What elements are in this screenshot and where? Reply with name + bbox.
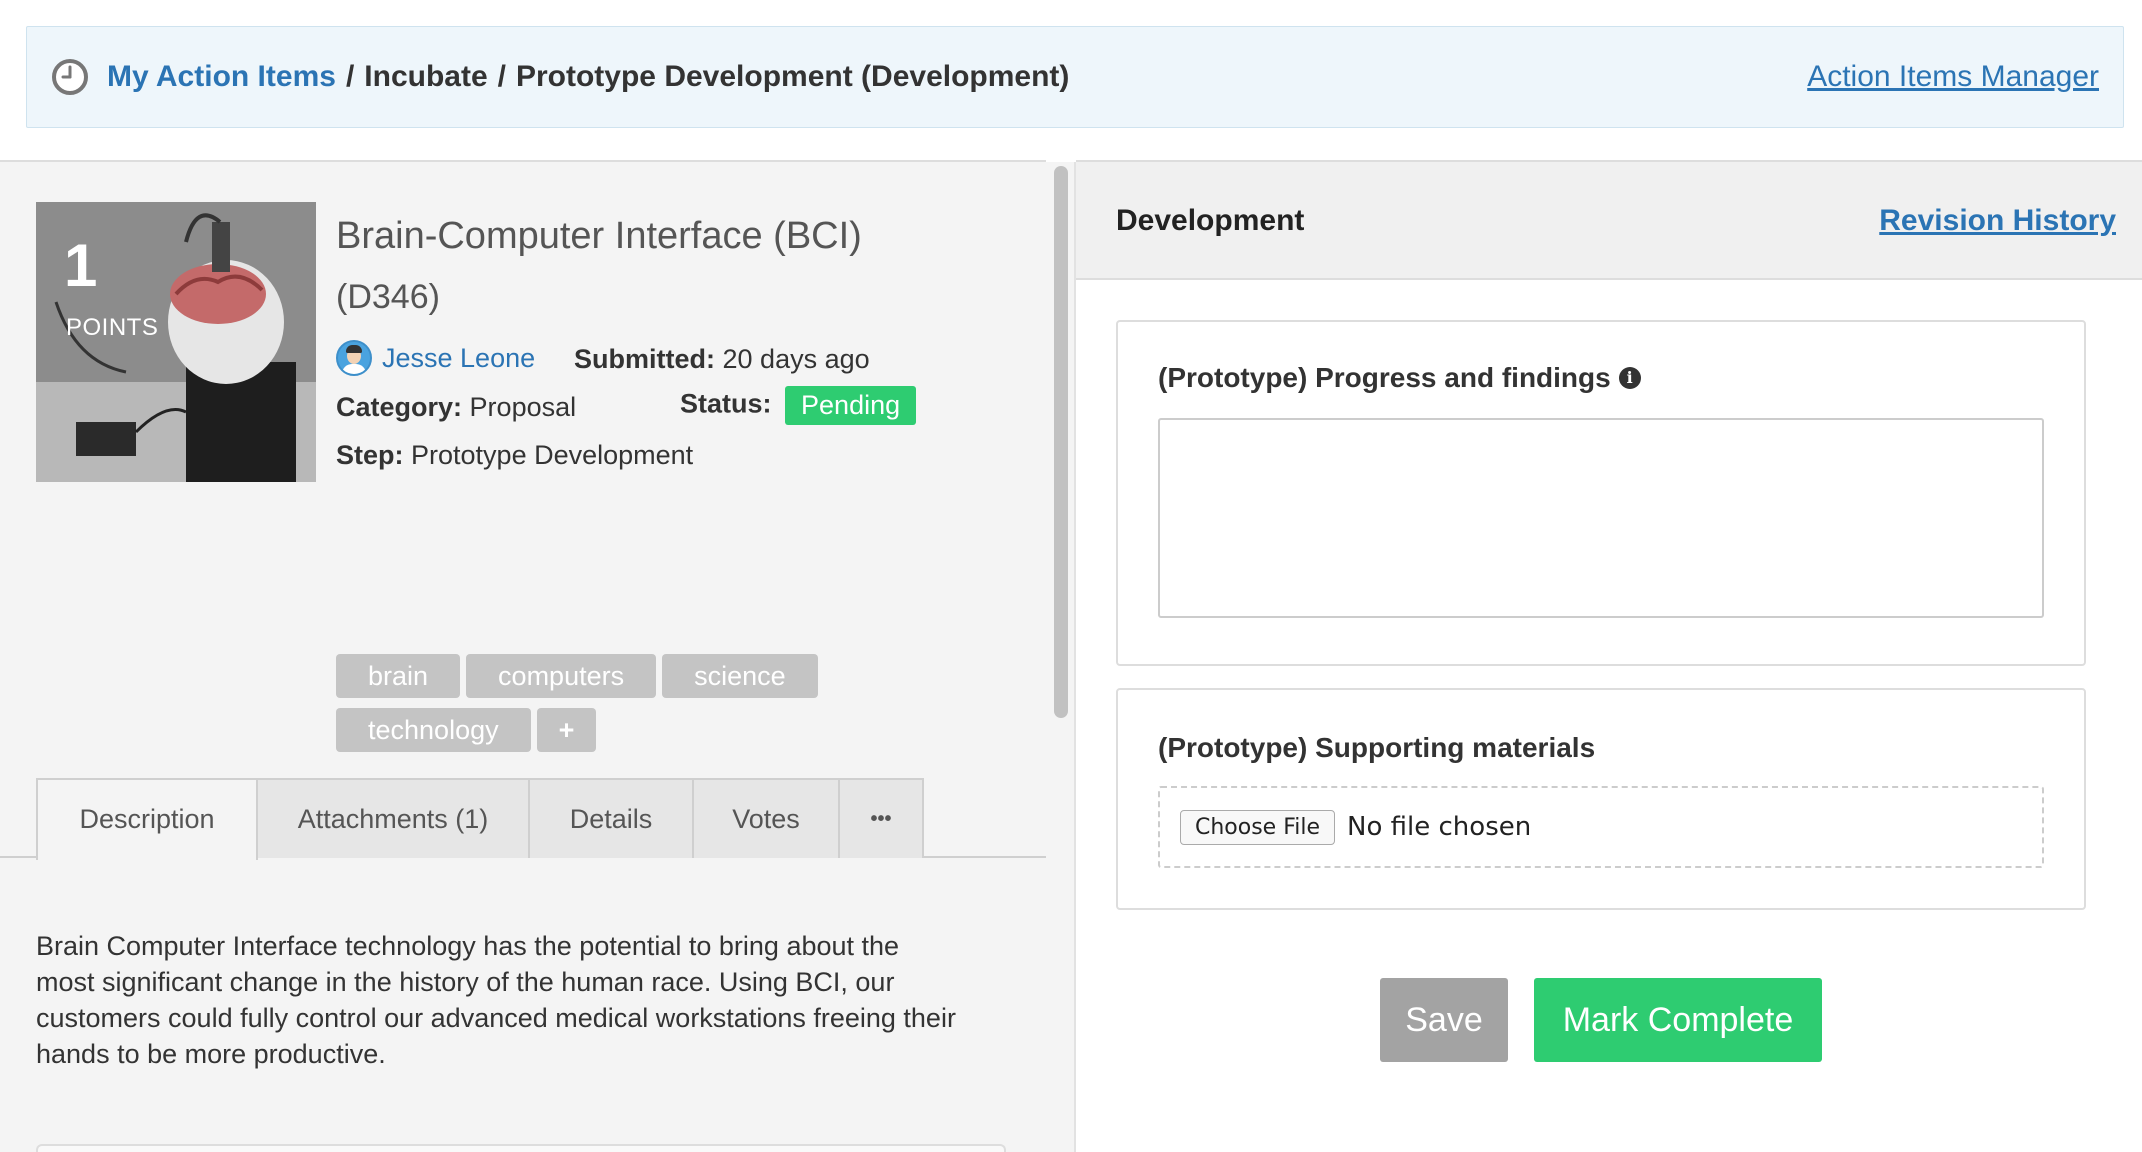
tab-votes[interactable]: Votes bbox=[692, 778, 840, 858]
status-badge: Pending bbox=[785, 386, 917, 425]
tag-list: brain computers science technology + bbox=[336, 654, 896, 762]
idea-description: Brain Computer Interface technology has … bbox=[36, 931, 956, 1069]
breadcrumb-separator: / bbox=[497, 60, 506, 93]
breadcrumb: My Action Items / Incubate / Prototype D… bbox=[107, 60, 1069, 94]
tab-attachments[interactable]: Attachments (1) bbox=[256, 778, 530, 858]
tag-brain[interactable]: brain bbox=[336, 654, 461, 698]
step-meta: Step: Prototype Development bbox=[336, 440, 693, 471]
breadcrumb-separator: / bbox=[345, 60, 355, 93]
tag-science[interactable]: science bbox=[662, 654, 818, 698]
add-tag-button[interactable]: + bbox=[536, 708, 597, 752]
author-link[interactable]: Jesse Leone bbox=[336, 340, 535, 376]
step-label: Step: bbox=[336, 440, 404, 470]
category-label: Category: bbox=[336, 392, 463, 422]
idea-panel: 1 POINTS Brain-Computer Interface (BCI) … bbox=[0, 160, 1046, 1152]
submitted-meta: Submitted: 20 days ago bbox=[574, 344, 870, 375]
comment-box bbox=[36, 1144, 1006, 1152]
progress-findings-card: (Prototype) Progress and findings i bbox=[1116, 320, 2086, 666]
progress-findings-input[interactable] bbox=[1158, 418, 2044, 618]
scrollbar-thumb[interactable] bbox=[1054, 166, 1068, 718]
status-label: Status: bbox=[680, 388, 772, 419]
tab-details[interactable]: Details bbox=[528, 778, 694, 858]
step-value: Prototype Development bbox=[411, 440, 694, 470]
points-label: POINTS bbox=[66, 314, 159, 341]
clock-icon bbox=[52, 59, 88, 95]
revision-history-link[interactable]: Revision History bbox=[1879, 204, 2116, 238]
breadcrumb-bar: My Action Items / Incubate / Prototype D… bbox=[26, 26, 2124, 128]
category-value: Proposal bbox=[469, 392, 577, 422]
supporting-materials-label: (Prototype) Supporting materials bbox=[1158, 732, 1596, 763]
supporting-materials-card: (Prototype) Supporting materials Choose … bbox=[1116, 688, 2086, 910]
avatar bbox=[336, 340, 372, 376]
idea-thumbnail[interactable]: 1 POINTS bbox=[36, 202, 316, 482]
breadcrumb-incubate: Incubate bbox=[364, 60, 488, 93]
author-name: Jesse Leone bbox=[382, 342, 536, 373]
choose-file-button[interactable]: Choose File bbox=[1180, 809, 1336, 845]
mark-complete-button[interactable]: Mark Complete bbox=[1534, 978, 1822, 1062]
submitted-label: Submitted: bbox=[574, 344, 715, 374]
submitted-value: 20 days ago bbox=[722, 344, 870, 374]
info-icon[interactable]: i bbox=[1618, 367, 1641, 389]
tag-technology[interactable]: technology bbox=[336, 708, 531, 752]
save-button[interactable]: Save bbox=[1380, 978, 1508, 1062]
points-value: 1 bbox=[64, 232, 98, 299]
tab-description[interactable]: Description bbox=[36, 778, 258, 860]
breadcrumb-my-action-items[interactable]: My Action Items bbox=[107, 60, 336, 94]
idea-title: Brain-Computer Interface (BCI) bbox=[336, 215, 862, 257]
progress-findings-label-text: (Prototype) Progress and findings bbox=[1158, 362, 1611, 393]
breadcrumb-current: Prototype Development (Development) bbox=[515, 60, 1070, 93]
status-meta: Status: Pending bbox=[680, 386, 917, 425]
idea-code: (D346) bbox=[336, 278, 440, 316]
no-file-chosen-text: No file chosen bbox=[1347, 812, 1532, 842]
action-items-manager-link[interactable]: Action Items Manager bbox=[1807, 60, 2099, 94]
progress-findings-label: (Prototype) Progress and findings i bbox=[1158, 362, 1641, 394]
panel-title: Development bbox=[1116, 204, 1305, 237]
file-drop-zone[interactable]: Choose File No file chosen bbox=[1158, 786, 2044, 868]
left-scrollbar[interactable] bbox=[1046, 162, 1076, 1152]
category-meta: Category: Proposal bbox=[336, 392, 576, 423]
action-form-panel: Development Revision History (Prototype)… bbox=[1076, 160, 2142, 1152]
idea-tabs: Description Attachments (1) Details Vote… bbox=[0, 778, 1046, 860]
tab-more[interactable]: ••• bbox=[838, 778, 924, 858]
panel-header: Development Revision History bbox=[1076, 160, 2142, 280]
tag-computers[interactable]: computers bbox=[466, 654, 657, 698]
